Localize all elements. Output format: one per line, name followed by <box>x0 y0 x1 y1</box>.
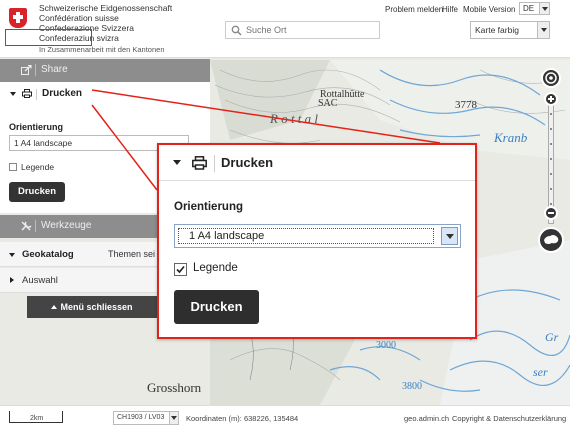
chevron-down-icon <box>441 227 458 245</box>
popup-legend-checkbox[interactable] <box>174 263 187 276</box>
printer-icon <box>192 156 207 170</box>
print-header-highlight <box>5 29 92 46</box>
popup-orientation-label: Orientierung <box>174 201 244 213</box>
checkmark-icon <box>176 265 185 274</box>
popup-orientation-select[interactable]: 1 A4 landscape <box>174 224 461 248</box>
popup-orientation-value: 1 A4 landscape <box>178 228 434 244</box>
popup-print-title: Drucken <box>221 155 274 170</box>
caret-down-icon <box>173 160 181 165</box>
popup-print-header[interactable]: Drucken <box>159 145 475 181</box>
popup-print-button[interactable]: Drucken <box>174 290 259 324</box>
separator <box>214 155 215 172</box>
print-callout-popup: Drucken Orientierung 1 A4 landscape Lege… <box>157 143 477 339</box>
popup-legend-label: Legende <box>193 262 238 274</box>
